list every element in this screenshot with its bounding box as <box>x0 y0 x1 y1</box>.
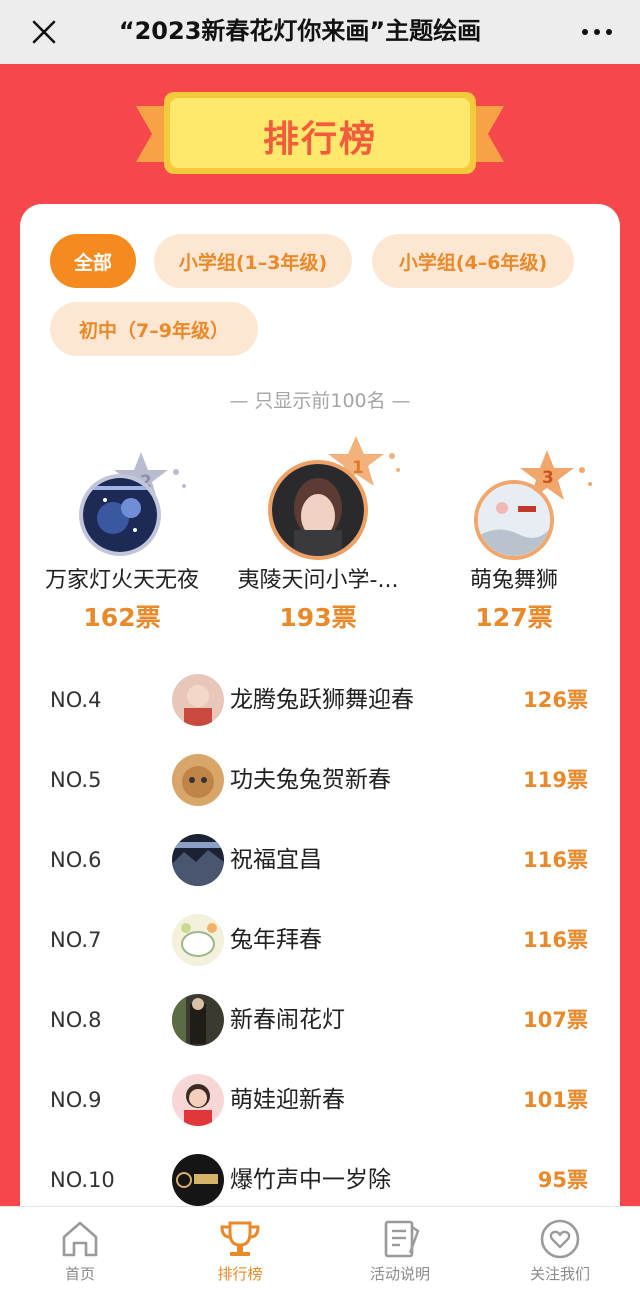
filter-junior-high[interactable]: 初中（7–9年级） <box>50 302 258 356</box>
podium-first[interactable]: 1 夷陵天问小学-... 193票 <box>220 426 416 636</box>
tab-rules[interactable]: 活动说明 <box>320 1207 480 1290</box>
entry-title: 祝福宜昌 <box>230 847 322 873</box>
entry-votes: 116票 <box>523 928 588 952</box>
tab-label: 活动说明 <box>369 1265 430 1283</box>
entry-votes: 119票 <box>523 768 588 792</box>
entry-title: 功夫兔兔贺新春 <box>230 767 391 793</box>
rank-label: NO.5 <box>50 768 102 792</box>
rank-label: NO.9 <box>50 1088 102 1112</box>
heart-icon <box>540 1219 580 1259</box>
tab-home[interactable]: 首页 <box>0 1207 160 1290</box>
ranking-banner: 排行榜 <box>130 88 510 184</box>
avatar <box>172 1154 224 1206</box>
entry-votes: 116票 <box>523 848 588 872</box>
podium-votes: 127票 <box>475 603 553 632</box>
tab-follow[interactable]: 关注我们 <box>480 1207 640 1290</box>
tab-label: 关注我们 <box>529 1265 590 1283</box>
podium-votes: 193票 <box>279 603 357 632</box>
list-item[interactable]: NO.5 功夫兔兔贺新春 119票 <box>20 740 620 820</box>
avatar <box>172 914 224 966</box>
trophy-icon <box>220 1221 260 1256</box>
avatar <box>172 994 224 1046</box>
page-title: “2023新春花灯你来画”主题绘画 <box>118 17 482 45</box>
podium-name: 夷陵天问小学-... <box>237 568 399 593</box>
rank-label: NO.7 <box>50 928 102 952</box>
avatar <box>172 834 224 886</box>
avatar <box>268 460 368 560</box>
document-icon <box>384 1220 420 1258</box>
podium-votes: 162票 <box>83 603 161 632</box>
rank-label: NO.6 <box>50 848 102 872</box>
list-item[interactable]: NO.4 龙腾兔跃狮舞迎春 126票 <box>20 660 620 740</box>
close-icon[interactable] <box>28 16 60 48</box>
avatar <box>172 1074 224 1126</box>
list-item[interactable]: NO.9 萌娃迎新春 101票 <box>20 1060 620 1140</box>
entry-votes: 101票 <box>523 1088 588 1112</box>
rank-label: NO.8 <box>50 1008 102 1032</box>
avatar <box>172 754 224 806</box>
top-nav-bar: “2023新春花灯你来画”主题绘画 <box>0 0 640 64</box>
list-item[interactable]: NO.8 新春闹花灯 107票 <box>20 980 620 1060</box>
entry-title: 龙腾兔跃狮舞迎春 <box>230 687 414 713</box>
podium-third[interactable]: 3 萌兔舞狮 127票 <box>416 434 612 634</box>
top-100-note: — 只显示前100名 — <box>229 390 411 412</box>
tab-label: 排行榜 <box>217 1265 263 1283</box>
bottom-tab-bar: 首页 排行榜 活动说明 关注我们 <box>0 1206 640 1290</box>
entry-votes: 107票 <box>523 1008 588 1032</box>
podium-second[interactable]: 2 万家灯火天无夜 162票 <box>24 434 220 634</box>
filter-primary-1-3[interactable]: 小学组(1–3年级) <box>154 234 352 288</box>
home-icon <box>62 1221 98 1257</box>
filter-primary-4-6[interactable]: 小学组(4–6年级) <box>372 234 574 288</box>
rank-label: NO.4 <box>50 688 102 712</box>
podium-name: 萌兔舞狮 <box>469 568 558 593</box>
avatar <box>474 480 554 560</box>
entry-title: 新春闹花灯 <box>230 1007 345 1033</box>
entry-votes: 126票 <box>523 688 588 712</box>
banner-title: 排行榜 <box>262 119 377 160</box>
more-dots-icon[interactable] <box>582 20 612 44</box>
tab-ranking[interactable]: 排行榜 <box>160 1207 320 1290</box>
avatar <box>79 474 161 556</box>
avatar <box>172 674 224 726</box>
list-item[interactable]: NO.6 祝福宜昌 116票 <box>20 820 620 900</box>
entry-title: 兔年拜春 <box>230 927 322 953</box>
filter-all[interactable]: 全部 <box>50 234 136 288</box>
entry-title: 萌娃迎新春 <box>230 1087 345 1113</box>
list-item[interactable]: NO.7 兔年拜春 116票 <box>20 900 620 980</box>
leaderboard-card: 全部 小学组(1–3年级) 小学组(4–6年级) 初中（7–9年级） — 只显示… <box>20 204 620 1290</box>
podium-name: 万家灯火天无夜 <box>44 568 199 593</box>
tab-label: 首页 <box>64 1265 95 1283</box>
